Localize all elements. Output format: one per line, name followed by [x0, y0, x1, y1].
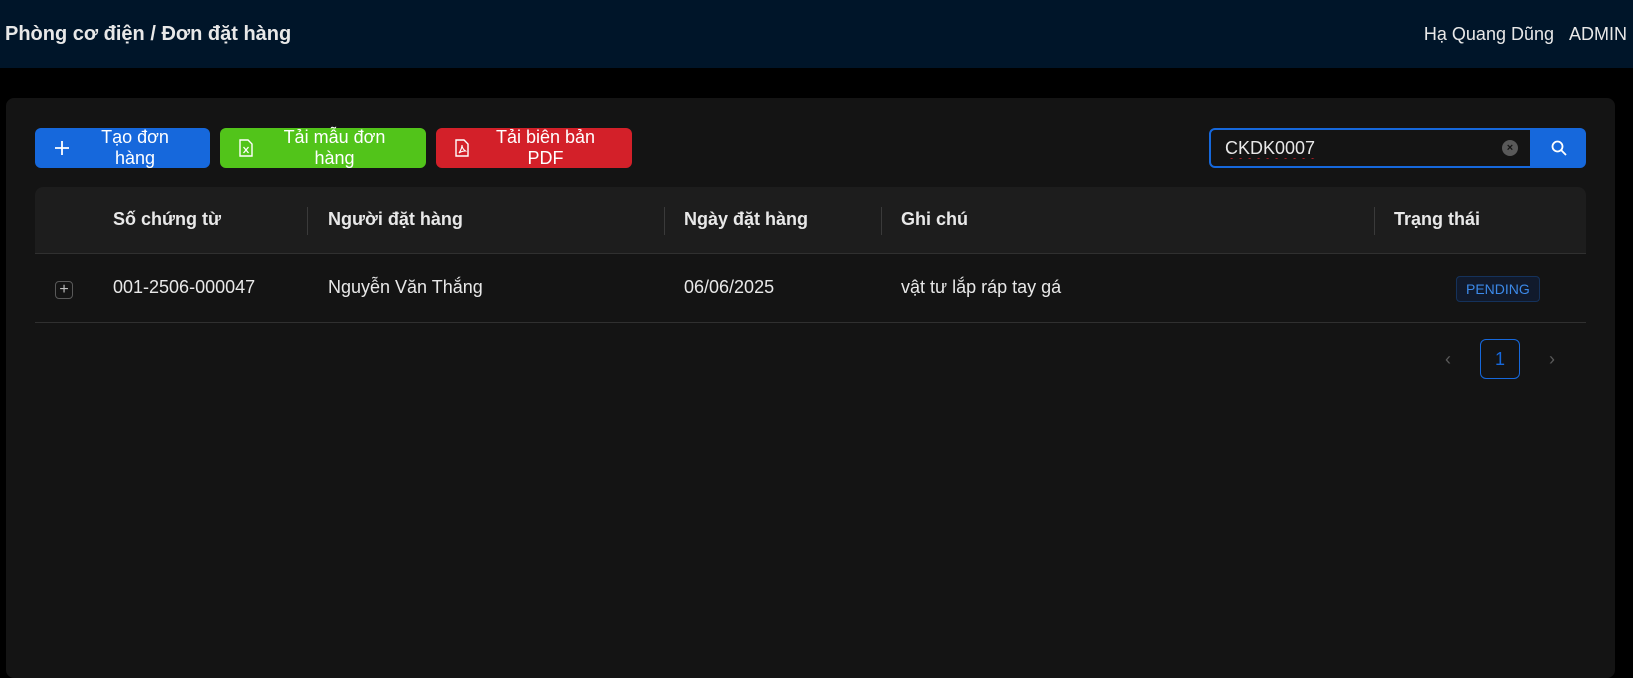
- user-name[interactable]: Hạ Quang Dũng: [1424, 24, 1554, 45]
- download-pdf-label: Tải biên bản PDF: [495, 127, 596, 168]
- column-orderer[interactable]: Người đặt hàng: [328, 209, 463, 230]
- user-role: ADMIN: [1569, 23, 1627, 44]
- breadcrumb: Phòng cơ điện / Đơn đặt hàng: [5, 22, 292, 45]
- orders-table: Số chứng từ Người đặt hàng Ngày đặt hàng…: [35, 187, 1586, 323]
- column-note[interactable]: Ghi chú: [901, 209, 968, 230]
- plus-icon: [55, 141, 69, 155]
- clear-icon[interactable]: ×: [1502, 140, 1518, 156]
- excel-file-icon: [239, 139, 253, 157]
- column-divider: [881, 207, 882, 235]
- download-pdf-button[interactable]: Tải biên bản PDF: [436, 127, 632, 168]
- status-badge: PENDING: [1456, 276, 1540, 302]
- create-order-label: Tạo đơn hàng: [101, 127, 169, 168]
- column-divider: [664, 207, 665, 235]
- column-divider: [1374, 207, 1375, 235]
- table-header: Số chứng từ Người đặt hàng Ngày đặt hàng…: [35, 187, 1586, 254]
- cell-orderer: Nguyễn Văn Thắng: [328, 277, 483, 297]
- page-number[interactable]: 1: [1480, 339, 1520, 379]
- download-template-button[interactable]: Tải mẫu đơn hàng: [220, 127, 426, 168]
- pagination: ‹ 1 ›: [1438, 339, 1562, 379]
- cell-doc-no: 001-2506-000047: [113, 277, 256, 297]
- column-divider: [307, 207, 308, 235]
- search-group: ×: [1209, 128, 1586, 168]
- top-header: Phòng cơ điện / Đơn đặt hàng Hạ Quang Dũ…: [0, 0, 1633, 68]
- cell-date: 06/06/2025: [684, 277, 775, 297]
- cell-note: vật tư lắp ráp tay gá: [901, 277, 1062, 297]
- content-panel: Tạo đơn hàng Tải mẫu đơn hàng Tải biên b…: [6, 98, 1615, 678]
- column-doc-no[interactable]: Số chứng từ: [113, 209, 221, 230]
- toolbar: Tạo đơn hàng Tải mẫu đơn hàng Tải biên b…: [35, 127, 632, 168]
- expand-row-icon[interactable]: +: [55, 281, 73, 299]
- search-icon: [1551, 140, 1567, 156]
- search-button[interactable]: [1532, 128, 1586, 168]
- pdf-file-icon: [455, 139, 469, 157]
- create-order-button[interactable]: Tạo đơn hàng: [35, 127, 210, 168]
- table-row[interactable]: + 001-2506-000047 Nguyễn Văn Thắng 06/06…: [35, 254, 1586, 323]
- column-date[interactable]: Ngày đặt hàng: [684, 209, 808, 230]
- next-page-icon[interactable]: ›: [1542, 339, 1562, 379]
- search-box[interactable]: ×: [1209, 128, 1532, 168]
- download-template-label: Tải mẫu đơn hàng: [283, 127, 386, 168]
- prev-page-icon[interactable]: ‹: [1438, 339, 1458, 379]
- column-status[interactable]: Trạng thái: [1394, 209, 1480, 230]
- user-info[interactable]: Hạ Quang Dũng ADMIN: [1424, 24, 1627, 45]
- search-input[interactable]: [1225, 137, 1502, 159]
